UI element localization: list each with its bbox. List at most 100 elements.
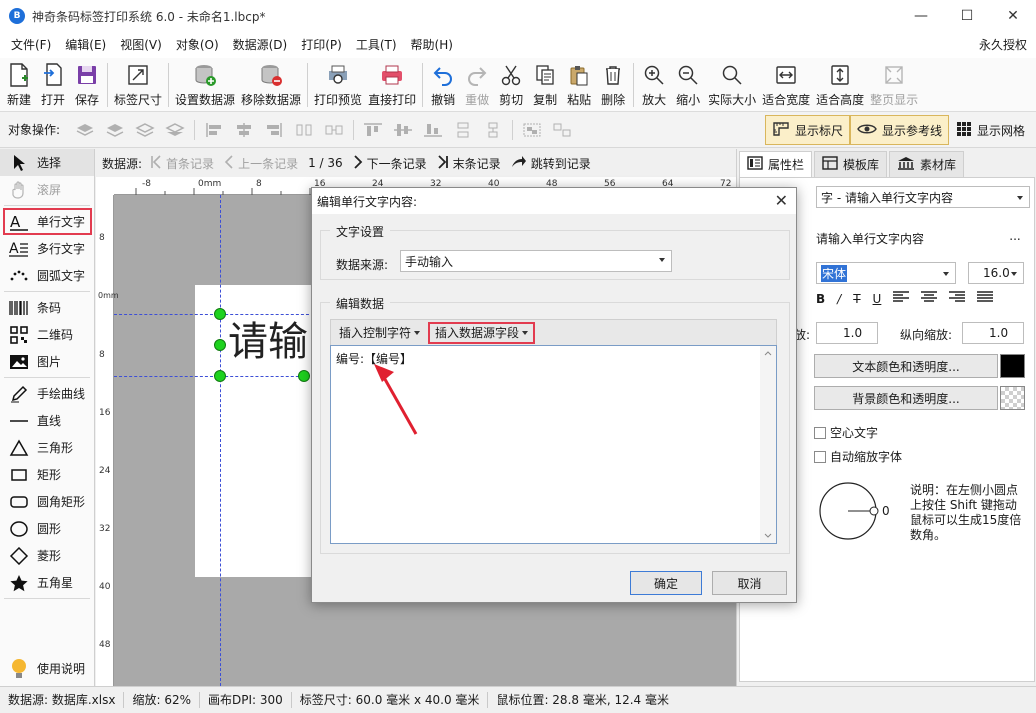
font-family-select[interactable]: 宋体 (816, 262, 956, 284)
align-right-icon[interactable] (263, 121, 285, 139)
scroll-up-icon[interactable] (764, 350, 772, 356)
menu-tools[interactable]: 工具(T) (349, 32, 404, 58)
guide-line-vertical[interactable] (220, 195, 221, 686)
resize-handle[interactable] (298, 370, 310, 382)
menu-help[interactable]: 帮助(H) (404, 32, 460, 58)
edit-content-button[interactable]: ... (1002, 226, 1028, 246)
label-size-button[interactable]: 标签尺寸 (111, 58, 165, 110)
same-width-icon[interactable] (323, 121, 345, 139)
align-left-icon[interactable] (203, 121, 225, 139)
menu-object[interactable]: 对象(O) (169, 32, 226, 58)
justify-text-icon[interactable] (977, 291, 994, 306)
distribute-v-icon[interactable] (452, 121, 474, 139)
minimize-button[interactable]: — (898, 0, 944, 32)
tool-triangle[interactable]: 三角形 (0, 434, 94, 461)
tool-diamond[interactable]: 菱形 (0, 542, 94, 569)
tool-qrcode[interactable]: 二维码 (0, 321, 94, 348)
maximize-button[interactable]: ☐ (944, 0, 990, 32)
menu-edit[interactable]: 编辑(E) (58, 32, 113, 58)
menu-print[interactable]: 打印(P) (294, 32, 349, 58)
cancel-button[interactable]: 取消 (712, 571, 787, 595)
redo-button[interactable]: 重做 (460, 58, 494, 110)
menu-file[interactable]: 文件(F) (4, 32, 58, 58)
copy-button[interactable]: 复制 (528, 58, 562, 110)
font-size-select[interactable]: 16.0 (968, 262, 1024, 284)
editor-scrollbar[interactable] (760, 346, 776, 543)
align-top-icon[interactable] (362, 121, 384, 139)
strikethrough-icon[interactable]: T (853, 292, 860, 306)
set-datasource-button[interactable]: 设置数据源 (172, 58, 238, 110)
layer-down-icon[interactable] (134, 121, 156, 139)
tool-multi-text[interactable]: A 多行文字 (0, 235, 94, 262)
direct-print-button[interactable]: 直接打印 (365, 58, 419, 110)
show-guides-toggle[interactable]: 显示参考线 (849, 115, 949, 145)
insert-control-char-button[interactable]: 插入控制字符 (334, 322, 425, 344)
next-record-button[interactable]: 下一条记录 (353, 154, 427, 172)
undo-button[interactable]: 撤销 (426, 58, 460, 110)
text-color-button[interactable]: 文本颜色和透明度... (814, 354, 998, 378)
menu-datasource[interactable]: 数据源(D) (226, 32, 295, 58)
source-select[interactable]: 手动输入 (400, 250, 672, 272)
scroll-down-icon[interactable] (764, 533, 772, 539)
bg-color-button[interactable]: 背景颜色和透明度... (814, 386, 998, 410)
tool-pan[interactable]: 滚屏 (0, 176, 94, 203)
same-height-icon[interactable] (482, 121, 504, 139)
actual-size-button[interactable]: 实际大小 (705, 58, 759, 110)
new-button[interactable]: 新建 (2, 58, 36, 110)
tool-arc-text[interactable]: 圆弧文字 (0, 262, 94, 289)
prev-record-button[interactable]: 上一条记录 (224, 154, 298, 172)
license-status[interactable]: 永久授权 (979, 32, 1027, 58)
whole-page-button[interactable]: 整页显示 (867, 58, 921, 110)
save-button[interactable]: 保存 (70, 58, 104, 110)
ok-button[interactable]: 确定 (630, 571, 702, 595)
tool-round-rect[interactable]: 圆角矩形 (0, 488, 94, 515)
tool-select[interactable]: 选择 (0, 149, 94, 176)
tool-image[interactable]: 图片 (0, 348, 94, 375)
auto-shrink-checkbox[interactable] (814, 451, 826, 463)
tab-templates[interactable]: 模板库 (814, 151, 888, 177)
align-center-h-icon[interactable] (233, 121, 255, 139)
zoom-out-button[interactable]: 缩小 (671, 58, 705, 110)
canvas-text-object[interactable]: 请输 (228, 309, 308, 367)
underline-icon[interactable]: U (873, 292, 882, 306)
tool-single-text[interactable]: A 单行文字 (3, 208, 92, 235)
insert-datasource-field-button[interactable]: 插入数据源字段 (428, 321, 536, 344)
resize-handle[interactable] (214, 339, 226, 351)
fit-width-button[interactable]: 适合宽度 (759, 58, 813, 110)
ungroup-icon[interactable] (551, 121, 573, 139)
tool-freehand[interactable]: 手绘曲线 (0, 380, 94, 407)
layer-up-icon[interactable] (104, 121, 126, 139)
tool-line[interactable]: 直线 (0, 407, 94, 434)
tool-star[interactable]: 五角星 (0, 569, 94, 596)
last-record-button[interactable]: 末条记录 (437, 154, 501, 172)
print-preview-button[interactable]: 打印预览 (311, 58, 365, 110)
zoom-in-button[interactable]: 放大 (637, 58, 671, 110)
auto-shrink-option[interactable]: 自动缩放字体 (814, 448, 902, 465)
fit-height-button[interactable]: 适合高度 (813, 58, 867, 110)
tab-assets[interactable]: 素材库 (889, 151, 965, 177)
hscale-spinner[interactable]: 1.0 (816, 322, 878, 344)
help-guide-button[interactable]: 使用说明 (0, 655, 95, 682)
close-window-button[interactable]: ✕ (990, 0, 1036, 32)
align-middle-v-icon[interactable] (392, 121, 414, 139)
tool-circle[interactable]: 圆形 (0, 515, 94, 542)
show-ruler-toggle[interactable]: 显示标尺 (764, 115, 850, 145)
tool-barcode[interactable]: 条码 (0, 294, 94, 321)
vscale-spinner[interactable]: 1.0 (962, 322, 1024, 344)
bg-color-swatch[interactable] (1000, 386, 1025, 410)
resize-handle[interactable] (214, 308, 226, 320)
show-grid-toggle[interactable]: 显示网格 (949, 115, 1032, 145)
remove-datasource-button[interactable]: 移除数据源 (238, 58, 304, 110)
layer-bottom-icon[interactable] (164, 121, 186, 139)
first-record-button[interactable]: 首条记录 (150, 154, 214, 172)
tool-rect[interactable]: 矩形 (0, 461, 94, 488)
cut-button[interactable]: 剪切 (494, 58, 528, 110)
hollow-text-option[interactable]: 空心文字 (814, 424, 878, 441)
align-right-text-icon[interactable] (949, 291, 966, 306)
delete-button[interactable]: 删除 (596, 58, 630, 110)
align-bottom-icon[interactable] (422, 121, 444, 139)
text-color-swatch[interactable] (1000, 354, 1025, 378)
layer-top-icon[interactable] (74, 121, 96, 139)
close-icon[interactable]: ✕ (775, 191, 788, 210)
object-selector[interactable]: 字 - 请输入单行文字内容 (816, 186, 1030, 208)
